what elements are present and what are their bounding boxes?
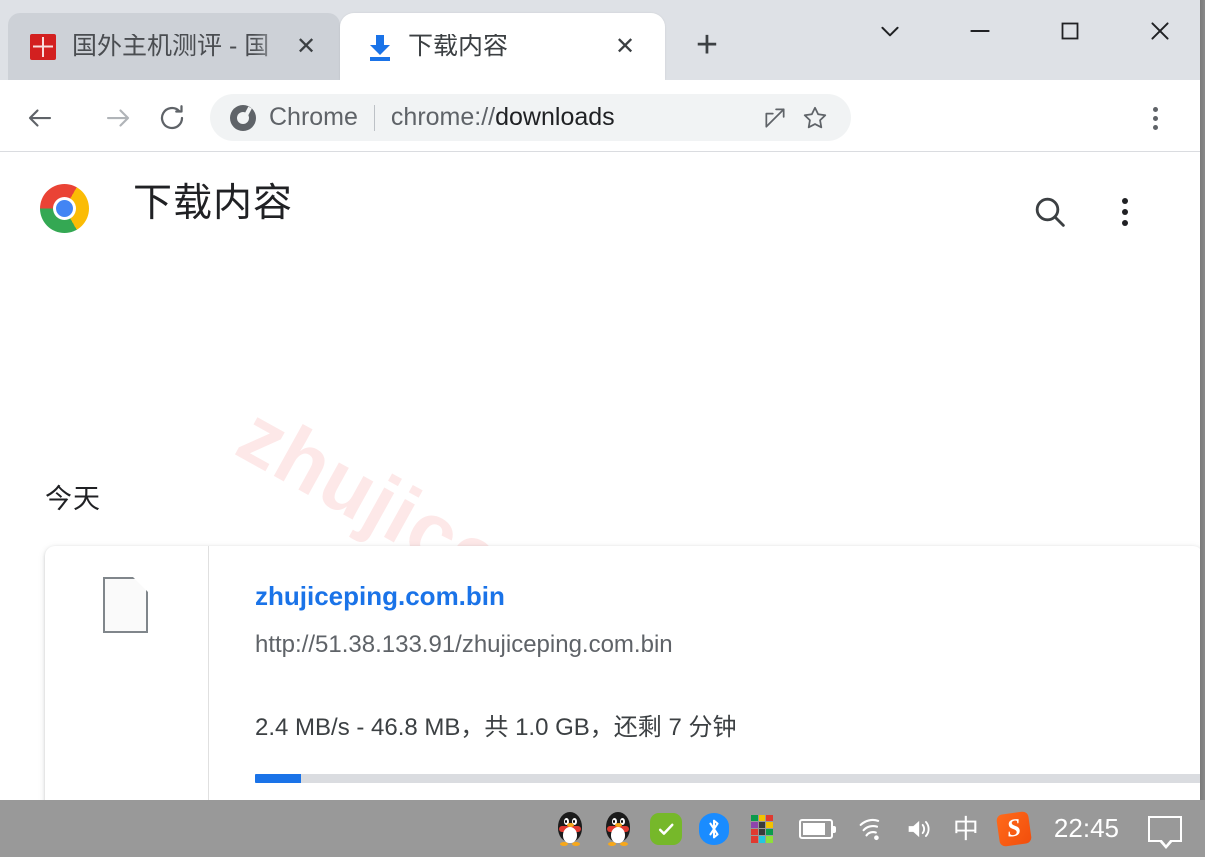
- page-title: 下载内容: [133, 182, 294, 225]
- share-icon[interactable]: [757, 100, 793, 136]
- browser-window: 国外主机测评 - 国 ✕ 下载内容 ✕ + Chrome chrome://do…: [0, 0, 1205, 857]
- omnibox-chip-label: Chrome: [269, 103, 358, 131]
- document-file-icon: [103, 577, 148, 633]
- tab-close-icon[interactable]: ✕: [611, 33, 639, 61]
- ime-chinese-icon[interactable]: 中: [942, 800, 990, 857]
- section-date-label: 今天: [45, 484, 101, 514]
- window-right-border: [1200, 0, 1205, 800]
- system-tray: 中 S 22:45: [546, 800, 1195, 857]
- chrome-globe-icon: [230, 104, 256, 131]
- minimize-icon[interactable]: [935, 0, 1025, 62]
- download-progress-fill: [255, 774, 301, 783]
- forward-arrow-icon[interactable]: [96, 96, 140, 140]
- browser-toolbar: Chrome chrome://downloads: [0, 80, 1205, 152]
- download-filename-link[interactable]: zhujiceping.com.bin: [255, 581, 505, 612]
- tab-guowai-zhuji[interactable]: 国外主机测评 - 国 ✕: [8, 13, 340, 80]
- downloads-page-header: 下载内容: [0, 152, 1200, 262]
- wifi-icon[interactable]: [846, 800, 894, 857]
- tab-downloads[interactable]: 下载内容 ✕: [340, 13, 665, 80]
- volume-icon[interactable]: [894, 800, 942, 857]
- close-icon[interactable]: [1115, 0, 1205, 62]
- bluetooth-icon[interactable]: [690, 800, 738, 857]
- sogou-input-icon[interactable]: S: [990, 800, 1038, 857]
- reload-icon[interactable]: [150, 96, 194, 140]
- taskbar-clock[interactable]: 22:45: [1038, 813, 1135, 844]
- downloads-menu-three-dots-vertical-icon[interactable]: [1105, 188, 1145, 236]
- download-progress-bar: [255, 774, 1200, 783]
- window-controls: [845, 0, 1205, 62]
- tab-search-chevron-down-icon[interactable]: [845, 0, 935, 62]
- address-bar[interactable]: Chrome chrome://downloads: [210, 94, 851, 141]
- sogou-glyph: S: [995, 810, 1032, 847]
- green-check-icon[interactable]: [642, 800, 690, 857]
- qq-icon-1[interactable]: [546, 800, 594, 857]
- tab-close-icon[interactable]: ✕: [292, 33, 320, 61]
- card-divider: [208, 546, 209, 800]
- downloads-page: zhujiceping.com 下载内容 今天 zhujicep: [0, 152, 1200, 800]
- search-icon[interactable]: [1030, 192, 1070, 232]
- notification-balloon-icon[interactable]: [1135, 800, 1195, 857]
- omnibox-divider: [373, 104, 375, 131]
- battery-icon[interactable]: [786, 800, 846, 857]
- maximize-icon[interactable]: [1025, 0, 1115, 62]
- star-icon[interactable]: [797, 100, 833, 136]
- new-tab-button[interactable]: +: [685, 24, 729, 68]
- qq-icon-2[interactable]: [594, 800, 642, 857]
- browser-menu-three-dots-vertical-icon[interactable]: [1135, 98, 1175, 138]
- download-arrow-icon: [368, 34, 392, 61]
- download-item-card: zhujiceping.com.bin http://51.38.133.91/…: [45, 546, 1200, 800]
- download-source-url: http://51.38.133.91/zhujiceping.com.bin: [255, 631, 673, 658]
- tab-title: 国外主机测评 - 国: [72, 34, 270, 59]
- color-grid-icon[interactable]: [738, 800, 786, 857]
- ime-glyph: 中: [952, 813, 979, 844]
- omnibox-url-scheme: chrome://: [390, 103, 496, 131]
- windows-taskbar: 中 S 22:45: [0, 800, 1205, 857]
- chrome-logo-icon: [40, 184, 89, 233]
- tab-strip: 国外主机测评 - 国 ✕ 下载内容 ✕ +: [0, 0, 1205, 80]
- tab-title: 下载内容: [408, 34, 509, 59]
- omnibox-url[interactable]: chrome://downloads: [391, 103, 753, 132]
- back-arrow-icon[interactable]: [18, 96, 62, 140]
- omnibox-url-path: downloads: [495, 103, 615, 131]
- red-seal-favicon: [30, 33, 56, 60]
- download-status-text: 2.4 MB/s - 46.8 MB，共 1.0 GB，还剩 7 分钟: [255, 714, 737, 741]
